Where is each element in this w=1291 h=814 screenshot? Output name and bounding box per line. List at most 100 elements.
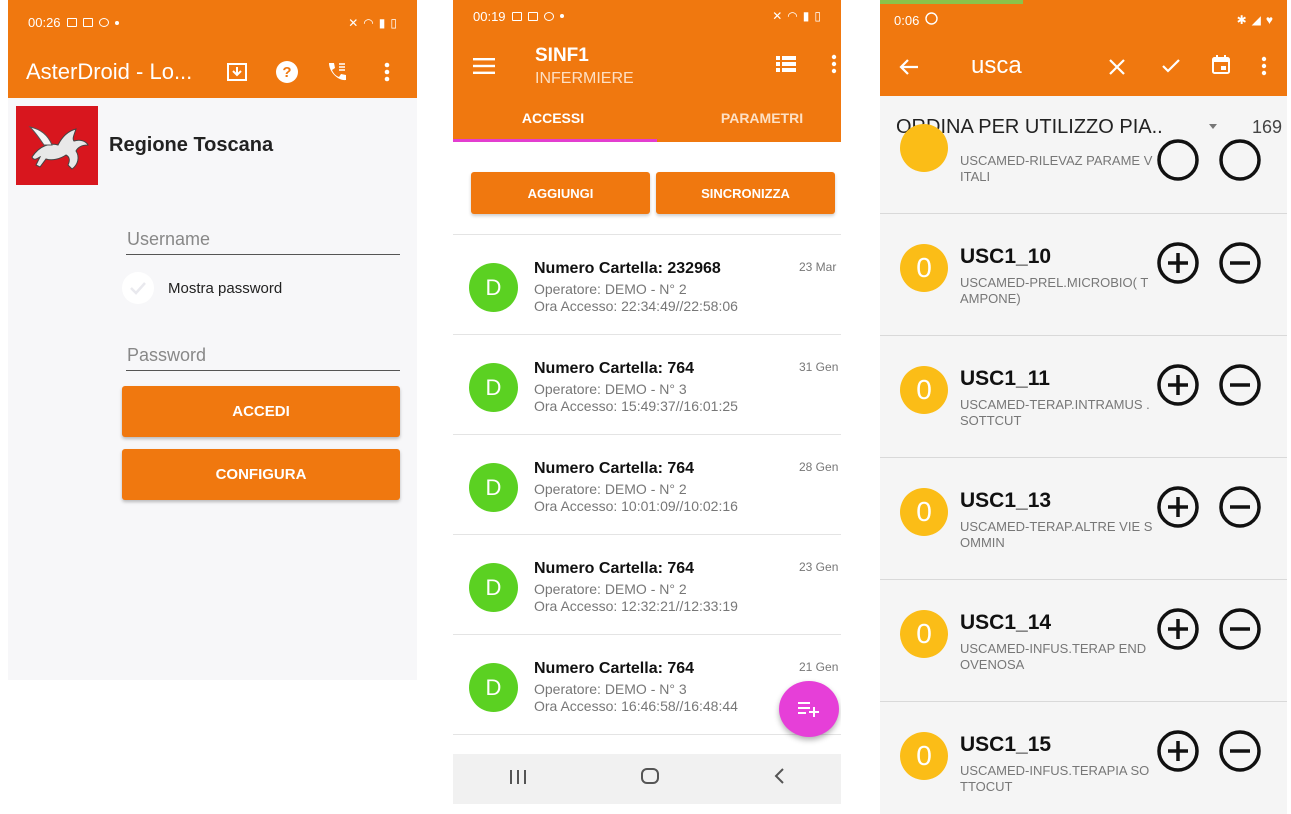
- avatar: D: [469, 563, 518, 612]
- pegasus-icon: [28, 125, 89, 170]
- playlist-add-icon: [798, 702, 819, 717]
- login-button[interactable]: ACCEDI: [122, 386, 400, 437]
- add-list-fab[interactable]: [779, 681, 839, 737]
- confirm-check-icon[interactable]: [1161, 58, 1181, 79]
- quantity-badge: 0: [900, 732, 948, 780]
- region-name: Regione Toscana: [109, 134, 274, 156]
- plus-circle-icon[interactable]: [1156, 729, 1200, 778]
- back-icon[interactable]: [773, 767, 785, 791]
- service-description: USCAMED-PREL.MICROBIO( TAMPONE): [960, 275, 1149, 306]
- plus-circle-icon[interactable]: [1156, 363, 1200, 412]
- tab-parametri[interactable]: PARAMETRI: [665, 110, 841, 126]
- status-time: 00:26: [28, 15, 61, 30]
- calendar-icon[interactable]: [1211, 55, 1231, 80]
- signal-icon: ▮: [378, 15, 386, 30]
- clear-icon[interactable]: [1108, 58, 1126, 81]
- date: 23 Mar: [799, 260, 837, 274]
- record-number: Numero Cartella: 764: [534, 660, 695, 677]
- list-item[interactable]: 0 USC1_14 USCAMED-INFUS.TERAP ENDOVENOSA: [880, 579, 1287, 701]
- minus-circle-icon[interactable]: [1218, 607, 1262, 656]
- minus-circle-icon[interactable]: [1218, 138, 1262, 187]
- checkmark-icon[interactable]: [122, 272, 154, 304]
- tab-indicator: [453, 139, 657, 142]
- quantity-badge: 0: [900, 610, 948, 658]
- access-time: Ora Accesso: 15:49:37//16:01:25: [534, 398, 738, 414]
- list-item[interactable]: 0 USC1_13 USCAMED-TERAP.ALTRE VIE SOMMIN: [880, 457, 1287, 579]
- service-description: USCAMED-INFUS.TERAP ENDOVENOSA: [960, 641, 1147, 672]
- status-bar: 0:06 ✱ ◢ ♥: [880, 0, 1287, 40]
- status-bar: 00:26 ✕ ◠ ▮ ▯: [8, 0, 417, 45]
- quantity-badge: [900, 124, 948, 172]
- help-icon[interactable]: ?: [275, 60, 299, 84]
- show-password-toggle[interactable]: Mostra password: [122, 272, 282, 304]
- menu-icon[interactable]: [473, 58, 495, 79]
- status-icons: ✕ ◠ ▮ ▯: [772, 9, 821, 23]
- gallery-icon: [66, 18, 77, 27]
- plus-circle-icon[interactable]: [1156, 607, 1200, 656]
- sync-button[interactable]: SINCRONIZZA: [656, 172, 835, 214]
- access-time: Ora Accesso: 12:32:21//12:33:19: [534, 598, 738, 614]
- phone-call-icon[interactable]: [325, 60, 349, 84]
- loading-bar: [880, 0, 1023, 4]
- configure-button[interactable]: CONFIGURA: [122, 449, 400, 500]
- service-description: USCAMED-TERAP.ALTRE VIE SOMMIN: [960, 519, 1153, 550]
- record-number: Numero Cartella: 764: [534, 360, 695, 377]
- access-time: Ora Accesso: 22:34:49//22:58:06: [534, 298, 738, 314]
- operator: Operatore: DEMO - N° 2: [534, 481, 687, 497]
- battery-icon: ▯: [390, 15, 397, 30]
- app-title: AsterDroid - Lo...: [26, 58, 193, 84]
- minus-circle-icon[interactable]: [1218, 241, 1262, 290]
- operator: Operatore: DEMO - N° 3: [534, 381, 687, 397]
- list-item[interactable]: 0 USC1_11 USCAMED-TERAP.INTRAMUS .SOTTCU…: [880, 335, 1287, 457]
- back-arrow-icon[interactable]: [899, 58, 919, 81]
- access-time: Ora Accesso: 16:46:58//16:48:44: [534, 698, 738, 714]
- quantity-badge: 0: [900, 488, 948, 536]
- operator: Operatore: DEMO - N° 2: [534, 581, 687, 597]
- service-code: USC1_13: [960, 489, 1052, 512]
- home-icon[interactable]: [640, 767, 660, 791]
- password-field[interactable]: Password: [126, 341, 400, 371]
- more-vert-icon[interactable]: [831, 54, 837, 79]
- list-item-partial[interactable]: USCAMED-RILEVAZ PARAME VITALI: [880, 124, 1287, 213]
- result-count: 169: [1252, 117, 1283, 137]
- service-code: USC1_10: [960, 245, 1052, 268]
- list-item[interactable]: D Numero Cartella: 764 Operatore: DEMO -…: [453, 334, 841, 434]
- date: 21 Gen: [799, 660, 839, 674]
- operator: Operatore: DEMO - N° 2: [534, 281, 687, 297]
- page-title: SINF1: [535, 45, 589, 66]
- service-code: USC1_15: [960, 733, 1052, 756]
- plus-circle-icon[interactable]: [1156, 485, 1200, 534]
- more-vert-icon[interactable]: [375, 60, 399, 84]
- download-icon[interactable]: [225, 60, 249, 84]
- avatar: D: [469, 663, 518, 712]
- minus-circle-icon[interactable]: [1218, 363, 1262, 412]
- battery-icon: ▯: [814, 9, 821, 23]
- recent-apps-icon[interactable]: [509, 768, 527, 791]
- dropdown-caret-icon: [1209, 124, 1217, 129]
- notification-icon: [98, 18, 109, 27]
- list-item[interactable]: D Numero Cartella: 764 Operatore: DEMO -…: [453, 434, 841, 534]
- signal-icon: ◢: [1251, 13, 1261, 27]
- bluetooth-icon: ✱: [1236, 13, 1247, 27]
- app-bar: AsterDroid - Lo... ?: [8, 45, 417, 98]
- list-item[interactable]: D Numero Cartella: 764 Operatore: DEMO -…: [453, 534, 841, 634]
- plus-circle-icon[interactable]: [1156, 138, 1200, 187]
- list-item[interactable]: D Numero Cartella: 232968 Operatore: DEM…: [453, 234, 841, 334]
- list-view-icon[interactable]: [776, 56, 796, 77]
- username-field[interactable]: Username: [126, 225, 400, 255]
- more-vert-icon[interactable]: [1261, 56, 1267, 81]
- list-item[interactable]: 0 USC1_15 USCAMED-INFUS.TERAPIA SOTTOCUT: [880, 701, 1287, 814]
- service-code: USC1_14: [960, 611, 1052, 634]
- dot-icon: [114, 20, 119, 25]
- show-password-label: Mostra password: [168, 279, 283, 297]
- record-number: Numero Cartella: 764: [534, 460, 695, 477]
- tab-accessi[interactable]: ACCESSI: [463, 110, 643, 126]
- search-input[interactable]: usca: [971, 52, 1022, 80]
- list-item[interactable]: 0 USC1_10 USCAMED-PREL.MICROBIO( TAMPONE…: [880, 213, 1287, 335]
- minus-circle-icon[interactable]: [1218, 729, 1262, 778]
- plus-circle-icon[interactable]: [1156, 241, 1200, 290]
- avatar: D: [469, 363, 518, 412]
- add-button[interactable]: AGGIUNGI: [471, 172, 650, 214]
- service-search-screen: 0:06 ✱ ◢ ♥ usca ORDINA PER UTILIZZO PIA.…: [880, 0, 1287, 814]
- minus-circle-icon[interactable]: [1218, 485, 1262, 534]
